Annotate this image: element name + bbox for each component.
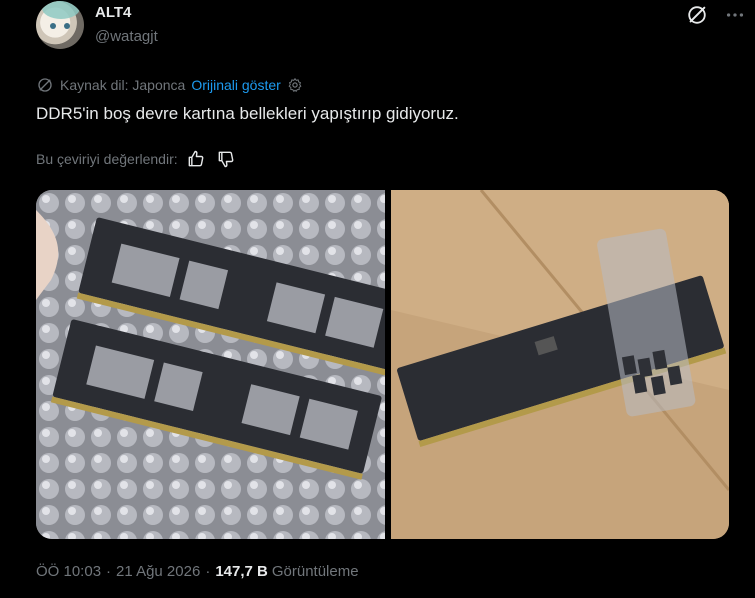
avatar[interactable]	[36, 1, 84, 49]
display-name[interactable]: ALT4	[95, 4, 131, 21]
media-image-left[interactable]	[36, 190, 385, 539]
views-count: 147,7 B	[215, 563, 268, 580]
user-handle[interactable]: @watagjt	[95, 28, 158, 45]
more-icon[interactable]	[724, 4, 746, 26]
avatar-eye-left	[50, 23, 56, 29]
avatar-hair	[42, 1, 80, 19]
media-image-right[interactable]	[391, 190, 729, 539]
tweet-time[interactable]: ÖÖ 10:03	[36, 563, 101, 580]
gear-icon[interactable]	[287, 77, 303, 93]
tweet-text: DDR5'in boş devre kartına bellekleri yap…	[36, 104, 459, 123]
rate-translation-row: Bu çeviriyi değerlendir:	[36, 149, 236, 169]
views-label: Görüntüleme	[271, 563, 359, 580]
ram-on-cardboard-photo	[391, 190, 729, 539]
thumbs-down-icon[interactable]	[216, 149, 236, 169]
tweet-date[interactable]: 21 Ağu 2026	[116, 563, 200, 580]
ram-on-bubble-wrap-photo	[36, 190, 385, 539]
tweet-meta: ÖÖ 10:03 · 21 Ağu 2026 · 147,7 B Görüntü…	[36, 563, 359, 580]
translation-row: Kaynak dil: Japonca Orijinali göster	[36, 75, 303, 95]
grok-icon[interactable]	[686, 4, 708, 26]
avatar-eye-right	[64, 23, 70, 29]
meta-separator: ·	[106, 563, 112, 580]
rate-translation-label: Bu çeviriyi değerlendir:	[36, 151, 178, 167]
meta-separator: ·	[205, 563, 211, 580]
thumbs-up-icon[interactable]	[186, 149, 206, 169]
show-original-link[interactable]: Orijinali göster	[191, 77, 280, 93]
translate-icon	[38, 78, 52, 92]
source-language-label: Kaynak dil: Japonca	[60, 77, 186, 93]
